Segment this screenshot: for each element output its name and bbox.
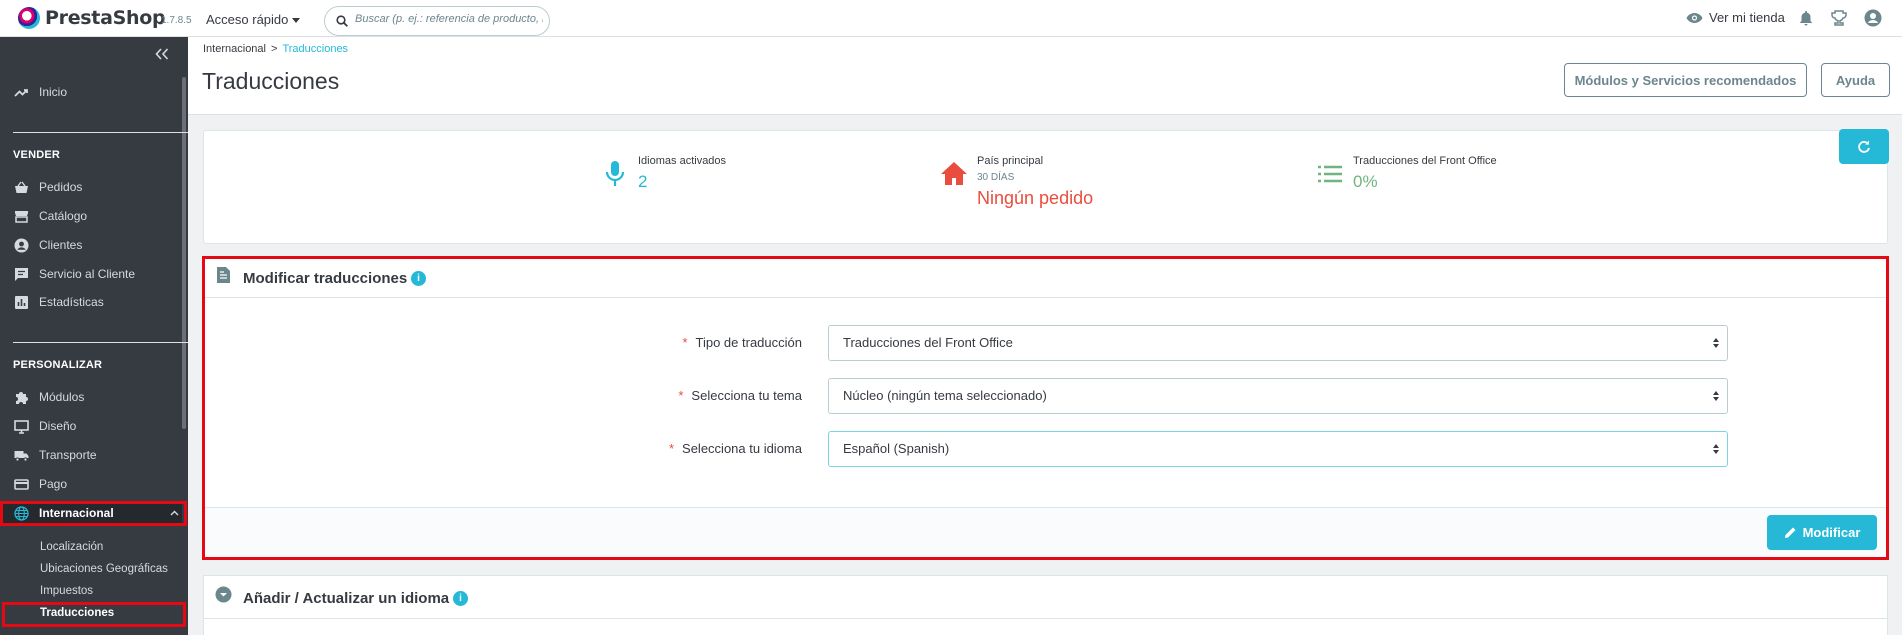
monitor-icon [14,419,29,434]
refresh-kpi-button[interactable] [1839,129,1889,164]
sidebar-item-label: Catálogo [39,209,88,223]
kpi-row: Idiomas activados 2 País principal 30 DÍ… [203,130,1888,244]
sidebar-item-label: Clientes [39,238,83,252]
collapse-sidebar-icon[interactable] [155,48,169,60]
sidebar-item-label: Inicio [39,85,68,99]
highlight-traducciones [2,602,186,627]
user-avatar-icon[interactable] [1864,9,1882,27]
highlight-internacional [0,501,187,526]
kpi-front-office: Traducciones del Front Office 0% [1315,155,1497,192]
kpi-label: Idiomas activados [638,155,727,167]
sidebar-item-estadisticas[interactable]: Estadísticas [0,290,182,314]
sidebar: Inicio VENDER Pedidos Catálogo Clientes … [0,37,188,635]
sidebar-item-modulos[interactable]: Módulos [0,385,182,409]
view-shop-label: Ver mi tienda [1709,10,1785,25]
sidebar-item-label: Diseño [39,419,77,433]
sidebar-item-transporte[interactable]: Transporte [0,443,182,467]
breadcrumb-current[interactable]: Traducciones [282,43,348,55]
puzzle-icon [16,391,28,404]
panel-title: Añadir / Actualizar un idioma [243,590,450,607]
top-bar: PrestaShop 1.7.8.5 Acceso rápido Ver mi … [0,0,1902,37]
section-sell: VENDER [13,149,61,161]
breadcrumb-parent[interactable]: Internacional [203,43,266,55]
view-shop-link[interactable]: Ver mi tienda [1686,10,1785,25]
sidebar-scrollbar[interactable] [182,77,186,429]
bell-icon[interactable] [1797,9,1815,27]
refresh-icon [1858,140,1870,153]
kpi-value: 0% [1353,172,1378,191]
sidebar-item-label: Módulos [39,390,85,404]
sidebar-item-diseno[interactable]: Diseño [0,414,182,438]
quick-access-dropdown[interactable]: Acceso rápido [206,12,301,27]
page-title: Traducciones [202,68,340,94]
info-icon[interactable]: i [453,591,468,606]
sidebar-item-catalogo[interactable]: Catálogo [0,204,182,228]
sidebar-item-label: Transporte [39,448,97,462]
sidebar-divider [13,342,188,343]
sidebar-item-label: Estadísticas [39,295,104,309]
kpi-label: Traducciones del Front Office [1353,155,1497,167]
trophy-icon[interactable] [1830,9,1848,27]
recommended-modules-button[interactable]: Módulos y Servicios recomendados [1564,63,1807,97]
account-circle-icon [14,238,29,252]
kpi-value: Ningún pedido [977,188,1094,208]
version-label: 1.7.8.5 [161,15,192,26]
sidebar-item-label: Pago [39,477,68,491]
help-button[interactable]: Ayuda [1821,63,1890,97]
breadcrumb: Internacional > Traducciones [203,43,348,55]
list-icon [1318,165,1342,183]
search-input[interactable] [355,13,543,25]
kpi-main-country: País principal 30 DÍAS Ningún pedido [939,155,1093,209]
quick-access-label: Acceso rápido [206,12,289,27]
credit-card-icon [14,478,29,490]
basket-icon [15,181,28,193]
panel-header[interactable]: Añadir / Actualizar un idioma i [204,576,1887,619]
search-icon [336,15,348,27]
kpi-languages: Idiomas activados 2 [600,155,726,192]
kpi-value: 2 [638,172,648,191]
subitem-ubicaciones[interactable]: Ubicaciones Geográficas [40,563,168,575]
sidebar-item-pedidos[interactable]: Pedidos [0,175,182,199]
caret-down-icon [292,18,301,24]
sidebar-item-inicio[interactable]: Inicio [0,80,182,104]
section-customize: PERSONALIZAR [13,359,103,371]
sidebar-item-pago[interactable]: Pago [0,472,182,496]
breadcrumb-separator: > [271,43,278,55]
brand-name: PrestaShop [45,7,166,29]
kpi-sub: 30 DÍAS [977,172,1015,183]
sidebar-item-servicio-cliente[interactable]: Servicio al Cliente [0,262,182,286]
chat-icon [15,267,28,281]
home-icon [941,162,967,185]
chevron-down-circle-icon [215,586,232,603]
eye-icon [1686,12,1703,23]
truck-icon [14,450,29,462]
trending-up-icon [14,88,28,97]
kpi-label: País principal [977,155,1044,167]
highlight-modify-panel [202,256,1889,560]
sidebar-item-label: Pedidos [39,180,83,194]
puffin-logo-icon [18,7,40,29]
subitem-localizacion[interactable]: Localización [40,541,103,553]
prestashop-logo[interactable]: PrestaShop [18,7,166,29]
subitem-impuestos[interactable]: Impuestos [40,585,93,597]
sidebar-divider [13,132,188,133]
add-language-panel: Añadir / Actualizar un idioma i [203,575,1888,635]
store-icon [15,210,28,223]
sidebar-item-label: Servicio al Cliente [39,267,136,281]
search-box[interactable] [324,6,550,36]
microphone-icon [605,161,625,186]
bar-chart-icon [15,295,28,309]
sidebar-item-clientes[interactable]: Clientes [0,233,182,257]
